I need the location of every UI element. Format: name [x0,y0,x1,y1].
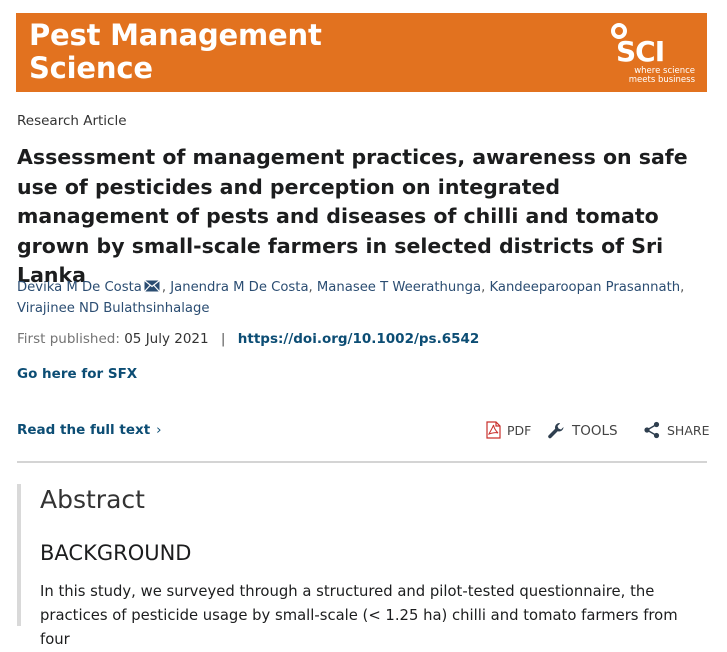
wrench-icon [548,423,564,439]
sci-logo[interactable]: SCI where science meets business [605,21,695,87]
pdf-label: PDF [507,422,532,438]
pdf-button[interactable]: PDF [486,421,531,439]
abstract-heading: Abstract [40,485,145,514]
divider-bar: | [220,331,226,347]
author-link[interactable]: Janendra M De Costa [170,280,308,295]
publication-info: First published: 05 July 2021 | https://… [17,331,479,347]
share-label: SHARE [667,422,710,438]
email-icon[interactable] [143,280,160,292]
first-published-date: 05 July 2021 [124,331,209,347]
sci-logo-tagline: where science meets business [605,67,695,85]
tools-button[interactable]: TOOLS [546,421,618,441]
author-list: Devika M De Costa, Janendra M De Costa, … [17,280,685,316]
background-heading: BACKGROUND [40,541,192,565]
read-full-text-link[interactable]: Read the full text › [17,422,162,438]
author-link[interactable]: Kandeeparoopan Prasannath [489,280,680,295]
sci-tagline-line2: meets business [628,75,695,85]
journal-title-line2: Science [29,51,153,85]
journal-title-line1: Pest Management [29,18,322,52]
abstract-paragraph: In this study, we surveyed through a str… [40,583,678,648]
sfx-link[interactable]: Go here for SFX [17,366,137,382]
author-link[interactable]: Virajinee ND Bulathsinhalage [17,301,209,316]
pdf-icon [486,421,501,439]
read-full-text-label: Read the full text [17,422,151,438]
journal-title[interactable]: Pest Management Science [29,19,322,85]
chevron-right-icon: › [156,422,162,438]
abstract-accent-bar [17,484,21,626]
first-published-label: First published: [17,331,120,347]
share-button[interactable]: SHARE [643,421,709,439]
article-type: Research Article [17,113,127,129]
journal-banner[interactable]: Pest Management Science SCI where scienc… [16,13,707,92]
section-divider [17,461,707,463]
sci-logo-text: SCI [616,35,665,68]
article-title: Assessment of management practices, awar… [17,145,688,287]
tools-label: TOOLS [572,423,618,439]
author-link[interactable]: Manasee T Weerathunga [317,280,481,295]
doi-link[interactable]: https://doi.org/10.1002/ps.6542 [238,331,480,347]
author-link[interactable]: Devika M De Costa [17,280,142,295]
share-icon [644,421,660,439]
